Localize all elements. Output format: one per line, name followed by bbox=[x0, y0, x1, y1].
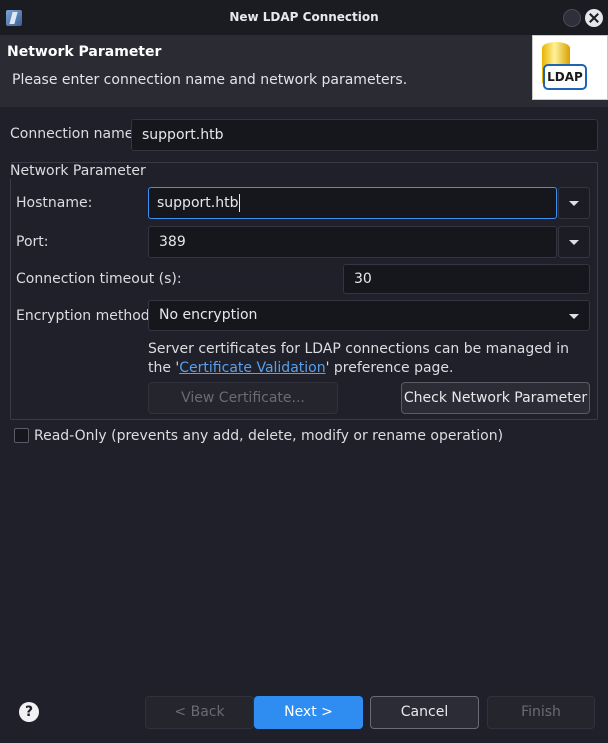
note-text-after: ' preference page. bbox=[325, 360, 454, 376]
certificate-validation-link[interactable]: Certificate Validation bbox=[179, 360, 325, 376]
back-button[interactable]: < Back bbox=[145, 696, 254, 729]
encryption-method-value: No encryption bbox=[159, 307, 258, 323]
timeout-input[interactable]: 30 bbox=[343, 264, 590, 294]
chevron-down-icon bbox=[569, 201, 579, 206]
view-certificate-button[interactable]: View Certificate... bbox=[148, 382, 338, 414]
port-input[interactable]: 389 bbox=[148, 226, 557, 258]
wizard-banner: Network Parameter Please enter connectio… bbox=[0, 35, 608, 107]
text-cursor bbox=[239, 194, 241, 212]
port-history-dropdown[interactable] bbox=[558, 226, 590, 258]
cancel-button[interactable]: Cancel bbox=[370, 696, 479, 729]
read-only-checkbox[interactable] bbox=[14, 428, 29, 443]
close-button[interactable] bbox=[585, 9, 603, 27]
hostname-label: Hostname: bbox=[16, 195, 93, 211]
window-title: New LDAP Connection bbox=[229, 10, 379, 24]
hostname-history-dropdown[interactable] bbox=[558, 187, 590, 219]
read-only-label: Read-Only (prevents any add, delete, mod… bbox=[34, 428, 504, 444]
chevron-down-icon bbox=[569, 240, 579, 245]
help-icon[interactable]: ? bbox=[19, 702, 39, 722]
connection-name-input[interactable]: support.htb bbox=[131, 119, 598, 151]
timeout-label: Connection timeout (s): bbox=[16, 271, 182, 287]
encryption-method-select[interactable]: No encryption bbox=[148, 300, 590, 331]
page-description: Please enter connection name and network… bbox=[12, 72, 408, 88]
chevron-down-icon bbox=[569, 313, 579, 319]
encryption-label: Encryption method: bbox=[16, 308, 155, 324]
connection-name-label: Connection name: bbox=[10, 126, 139, 142]
hostname-value: support.htb bbox=[157, 195, 239, 211]
page-title: Network Parameter bbox=[7, 44, 162, 60]
finish-button[interactable]: Finish bbox=[487, 696, 595, 729]
ldap-logo-icon: LDAP bbox=[532, 35, 608, 100]
hostname-input[interactable]: support.htb bbox=[148, 187, 557, 219]
check-network-parameter-button[interactable]: Check Network Parameter bbox=[401, 382, 590, 414]
next-button[interactable]: Next > bbox=[254, 696, 363, 729]
network-parameter-legend: Network Parameter bbox=[10, 163, 149, 179]
ldap-logo-label: LDAP bbox=[543, 64, 587, 90]
certificate-note: Server certificates for LDAP connections… bbox=[148, 340, 588, 378]
title-bar: New LDAP Connection bbox=[0, 0, 608, 35]
minimize-button[interactable] bbox=[563, 9, 581, 27]
port-label: Port: bbox=[16, 234, 49, 250]
